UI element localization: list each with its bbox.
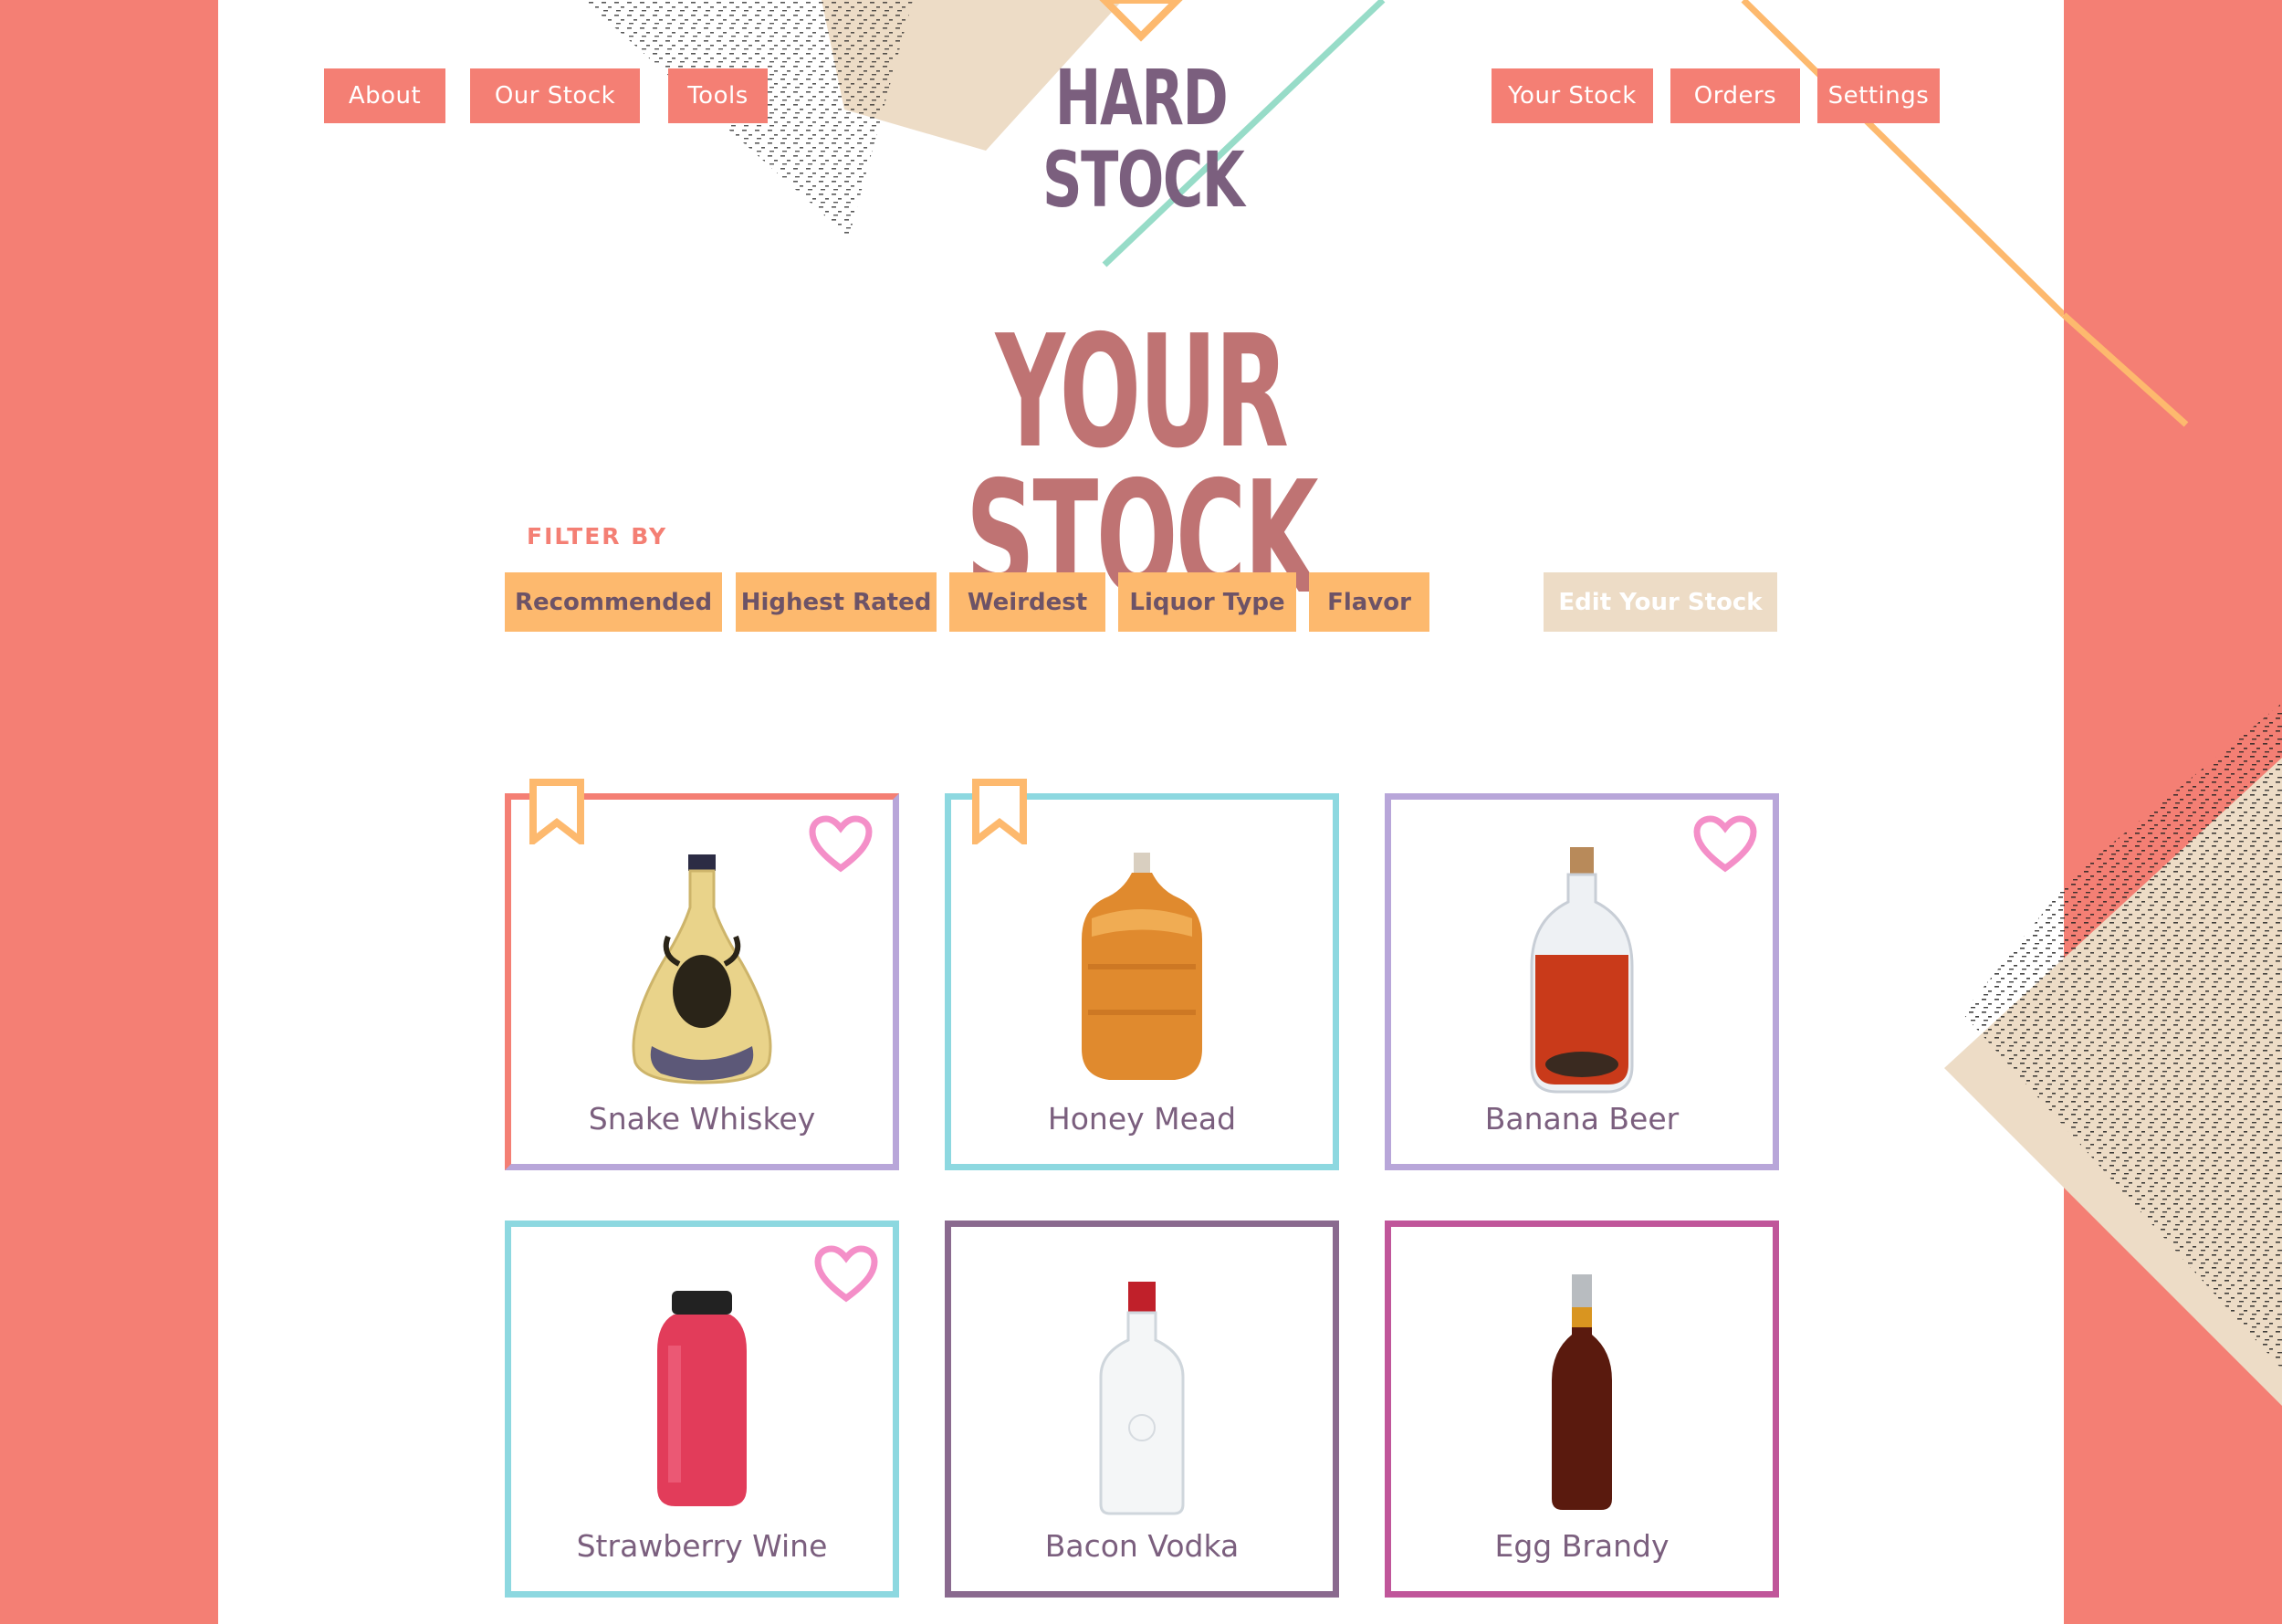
vodka-bottle-icon: [1099, 1282, 1185, 1515]
nav-about-button[interactable]: About: [324, 68, 445, 123]
heart-icon[interactable]: [1693, 815, 1757, 874]
nav-your-stock-button[interactable]: Your Stock: [1492, 68, 1653, 123]
bookmark-icon[interactable]: [972, 779, 1027, 844]
filter-recommended-button[interactable]: Recommended: [505, 572, 722, 632]
filter-flavor-button[interactable]: Flavor: [1309, 572, 1429, 632]
filter-liquor-type-button[interactable]: Liquor Type: [1118, 572, 1296, 632]
strawberry-wine-bottle-icon: [657, 1291, 747, 1506]
nav-orders-button[interactable]: Orders: [1670, 68, 1800, 123]
brandy-bottle-icon: [1552, 1274, 1612, 1510]
product-card[interactable]: Egg Brandy: [1385, 1221, 1779, 1598]
heart-icon[interactable]: [809, 815, 873, 874]
orange-line: [2061, 312, 2189, 427]
product-name: Egg Brandy: [1494, 1528, 1670, 1564]
filter-label: FILTER BY: [527, 523, 668, 550]
product-name: Banana Beer: [1484, 1101, 1680, 1137]
filter-highest-rated-button[interactable]: Highest Rated: [736, 572, 937, 632]
filter-weirdest-button[interactable]: Weirdest: [949, 572, 1105, 632]
banana-beer-bottle-icon: [1530, 847, 1634, 1094]
snake-whiskey-bottle-icon: [632, 854, 772, 1084]
bookmark-icon[interactable]: [529, 779, 584, 844]
product-name: Snake Whiskey: [588, 1101, 816, 1137]
mead-jug-icon: [1082, 853, 1202, 1080]
nav-tools-button[interactable]: Tools: [668, 68, 768, 123]
edit-your-stock-button[interactable]: Edit Your Stock: [1544, 572, 1777, 632]
product-name: Strawberry Wine: [576, 1528, 828, 1564]
site-logo[interactable]: HARD STOCK: [1042, 57, 1245, 221]
page-title: YOUR STOCK: [965, 302, 1319, 629]
nav-settings-button[interactable]: Settings: [1817, 68, 1940, 123]
nav-our-stock-button[interactable]: Our Stock: [470, 68, 640, 123]
heart-icon[interactable]: [814, 1245, 878, 1304]
product-card[interactable]: Bacon Vodka: [945, 1221, 1339, 1598]
product-card[interactable]: Honey Mead: [945, 793, 1339, 1170]
product-name: Bacon Vodka: [1044, 1528, 1240, 1564]
product-name: Honey Mead: [1047, 1101, 1237, 1137]
